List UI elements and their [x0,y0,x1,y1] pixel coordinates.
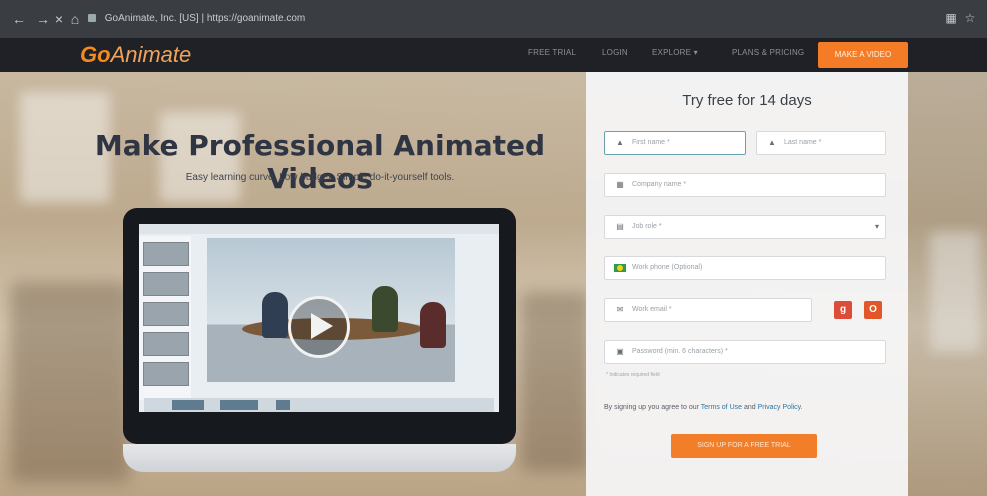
lock-icon [88,14,96,23]
hero-headline: Make Professional Animated Videos [94,129,546,195]
job-role-select[interactable]: ▤ Job role * ▾ [604,215,886,239]
company-field[interactable]: ▦ Company name * [604,173,886,197]
back-arrow-icon[interactable]: ← [10,9,28,29]
timeline-clip [172,400,204,410]
right-background-edge [908,72,987,496]
url-text: GoAnimate, Inc. [US] | https://goanimate… [104,13,306,24]
browser-toolbar: ← → × ⌂ GoAnimate, Inc. [US] | https://g… [0,0,987,38]
extension-icon[interactable]: ▦ [943,10,959,26]
timeline-clip [220,400,258,410]
required-note: * Indicates required field [606,372,660,378]
terms-of-use-link[interactable]: Terms of Use [701,404,742,411]
work-phone-field[interactable]: Work phone (Optional) [604,256,886,280]
menu-plans-pricing[interactable]: PLANS & PRICING [732,48,804,57]
lock-icon: ▣ [616,347,624,356]
menu-login[interactable]: LOGIN [602,48,628,57]
hero-subline: Easy learning curve. Low budget. Simple … [185,172,455,183]
password-field[interactable]: ▣ Password (min. 6 characters) * [604,340,886,364]
home-icon[interactable]: ⌂ [66,9,84,29]
building-icon: ▦ [616,180,624,189]
monitor-stand [123,444,516,472]
menu-explore[interactable]: EXPLORE ▾ [652,48,698,57]
signup-button[interactable]: SIGN UP FOR A FREE TRIAL [671,434,817,458]
play-icon[interactable] [288,296,350,358]
signup-title: Try free for 14 days [682,92,812,109]
user-icon: ▲ [616,138,624,147]
scene-thumbnails [139,236,191,400]
user-icon: ▲ [768,138,776,147]
terms-text: By signing up you agree to our Terms of … [604,404,803,411]
site-header: GoAnimate FREE TRIAL LOGIN EXPLORE ▾ PLA… [0,38,987,72]
star-icon[interactable]: ☆ [962,10,978,26]
menu-free-trial[interactable]: FREE TRIAL [528,48,576,57]
chevron-down-icon: ▾ [693,48,698,57]
character-middle [372,286,398,332]
address-bar[interactable]: GoAnimate, Inc. [US] | https://goanimate… [88,10,958,28]
editor-toolbar [139,224,499,234]
brazil-flag-icon[interactable] [614,264,626,272]
site-logo[interactable]: GoAnimate [80,42,191,68]
work-email-field[interactable]: ✉ Work email * [604,298,812,322]
character-right [420,302,446,348]
character-left [262,292,288,338]
briefcase-icon: ▤ [616,222,624,231]
google-signup-icon[interactable]: g [834,301,852,319]
last-name-field[interactable]: ▲ Last name * [756,131,886,155]
timeline-clip [276,400,290,410]
office-signup-icon[interactable]: O [864,301,882,319]
privacy-policy-link[interactable]: Privacy Policy. [758,404,803,411]
email-icon: ✉ [616,305,624,314]
chevron-down-icon: ▾ [874,222,879,231]
make-a-video-button[interactable]: MAKE A VIDEO [818,42,908,68]
first-name-field[interactable]: ▲ First name * [604,131,746,155]
